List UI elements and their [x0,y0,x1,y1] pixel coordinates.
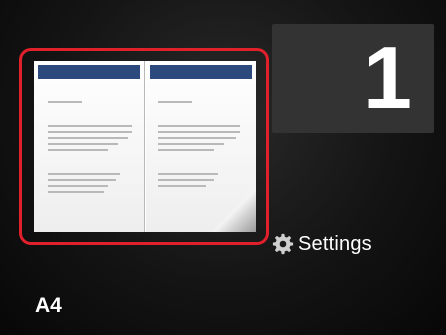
document-preview [34,61,256,232]
page-header-bar [150,65,252,79]
page-curl-icon [212,188,256,232]
paper-size-label: A4 [35,294,62,317]
settings-button[interactable]: Settings [272,228,372,260]
gear-icon [272,233,294,255]
copies-count-button[interactable]: 1 [272,24,434,133]
page-header-bar [38,65,140,79]
preview-page-right [146,61,256,232]
document-preview-button[interactable] [19,48,269,245]
copy-standby-screen: 1 Settings A4 [0,0,446,335]
settings-label: Settings [298,232,372,255]
copies-count: 1 [363,28,412,127]
preview-page-left [34,61,145,232]
